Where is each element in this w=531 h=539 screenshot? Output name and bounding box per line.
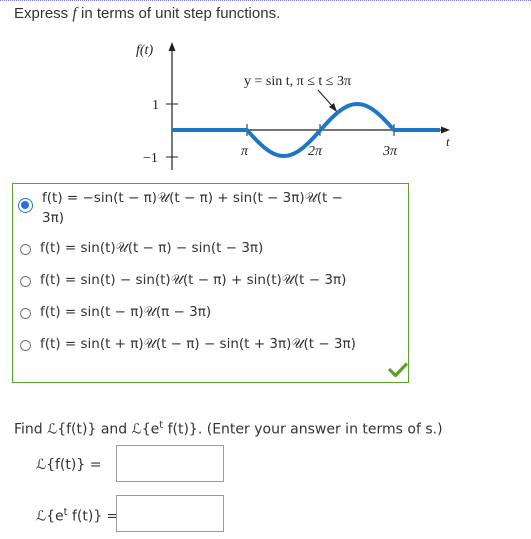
option-4-radio[interactable] — [20, 308, 31, 319]
laplace-exp-f-input[interactable] — [116, 495, 224, 532]
option-1-label-line1[interactable]: f(t) = −sin(t − π)𝒰(t − π) + sin(t − 3π)… — [42, 190, 343, 206]
option-3-label[interactable]: f(t) = sin(t) − sin(t)𝒰(t − π) + sin(t)𝒰… — [40, 272, 346, 288]
laplace-f-label: ℒ{f(t)} = — [36, 457, 102, 473]
y-axis-label: f(t) — [136, 43, 153, 58]
curve-label: y = sin t, π ≤ t ≤ 3π — [244, 74, 351, 89]
option-2-label[interactable]: f(t) = sin(t)𝒰(t − π) − sin(t − 3π) — [40, 240, 263, 256]
x-tick-label-pi: π — [241, 144, 249, 159]
find-text-b: f(t)}. (Enter your answer in terms of s.… — [163, 421, 443, 438]
t-axis-arrow — [441, 126, 450, 134]
y-axis-arrow — [168, 42, 176, 51]
laplace-exp-f-label: ℒ{et f(t)} = — [36, 507, 118, 525]
t-axis-label: t — [446, 134, 450, 149]
laplace-exp-label-a: ℒ{e — [36, 508, 64, 525]
x-tick-label-3pi: 3π — [382, 144, 398, 159]
option-1-label-line2[interactable]: 3π) — [42, 210, 64, 226]
option-5-radio[interactable] — [20, 340, 31, 351]
check-icon — [388, 362, 408, 378]
y-tick-label-1: 1 — [152, 98, 159, 113]
option-2-radio[interactable] — [20, 244, 31, 255]
y-tick-label-neg1: −1 — [143, 151, 158, 166]
find-text-a: Find ℒ{f(t)} and ℒ{e — [14, 421, 160, 438]
option-4-label[interactable]: f(t) = sin(t − π)𝒰(π − 3π) — [40, 304, 211, 320]
option-1-radio[interactable] — [18, 198, 33, 213]
find-instruction: Find ℒ{f(t)} and ℒ{et f(t)}. (Enter your… — [14, 420, 443, 438]
laplace-f-input[interactable] — [116, 445, 224, 482]
x-tick-label-2pi: 2π — [308, 144, 323, 159]
option-3-radio[interactable] — [20, 276, 31, 287]
option-5-label[interactable]: f(t) = sin(t + π)𝒰(t − π) − sin(t + 3π)𝒰… — [40, 336, 356, 352]
step-function-graph: f(t) 1 −1 t π 2π 3π y = sin t, π ≤ t ≤ 3… — [136, 42, 450, 170]
laplace-exp-label-b: f(t)} = — [67, 508, 119, 525]
